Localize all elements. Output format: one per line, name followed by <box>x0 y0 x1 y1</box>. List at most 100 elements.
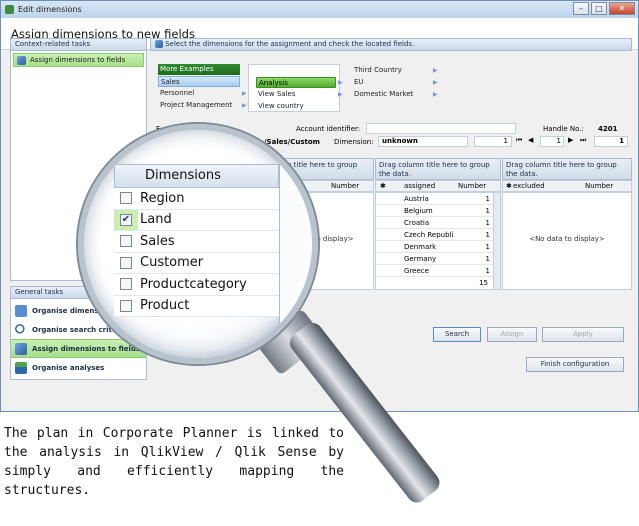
row-name: Denmark <box>404 243 437 251</box>
chart-icon <box>15 361 27 374</box>
dimension-row-customer[interactable]: Customer <box>114 252 279 274</box>
row-name: Greece <box>404 267 429 275</box>
row-number: 1 <box>485 195 490 203</box>
dimension-value[interactable]: unknown <box>378 136 468 147</box>
app-icon <box>5 5 14 14</box>
magnifier-icon <box>15 323 27 336</box>
tree-item-view-sales[interactable]: View Sales <box>256 89 336 100</box>
pager-prev-icon[interactable]: ◀ <box>528 136 533 144</box>
table-row[interactable]: Austria 1 <box>376 193 494 205</box>
context-task-label: Assign dimensions to fields <box>30 56 126 64</box>
column-header-assigned[interactable]: assigned <box>404 181 435 191</box>
column-header-number[interactable]: Number <box>458 181 486 191</box>
checkbox[interactable] <box>120 299 132 312</box>
link-icon <box>15 342 27 355</box>
tree-item-sales[interactable]: Sales <box>158 76 240 87</box>
pager-last-icon[interactable]: ⏭ <box>580 136 586 145</box>
pager-right-input[interactable]: 1 <box>540 136 564 147</box>
dimension-label: Land <box>140 212 172 228</box>
close-button[interactable]: ✕ <box>609 2 635 15</box>
dimension-label: Region <box>140 190 185 206</box>
pager-next-icon[interactable]: ▶ <box>568 136 573 144</box>
dimensions-list: Dimensions Region ✔ Land Sales Customer P… <box>114 164 279 317</box>
tree-item-domestic-market[interactable]: Domestic Market <box>352 89 432 100</box>
table-row[interactable]: Belgium 1 <box>376 205 494 217</box>
chevron-right-icon: ▶ <box>433 67 438 74</box>
account-identifier-label: Account identifier: <box>296 125 361 133</box>
row-number: 1 <box>485 243 490 251</box>
dimension-row-product[interactable]: Product <box>114 295 279 317</box>
footer-count: 15 <box>479 279 488 287</box>
tree-item-eu[interactable]: EU <box>352 77 432 88</box>
dimension-label: Sales <box>140 233 175 249</box>
assign-button[interactable]: Assign <box>487 327 537 342</box>
checkbox[interactable] <box>120 192 132 205</box>
row-number: 1 <box>485 267 490 275</box>
title-bar: Edit dimensions – □ ✕ <box>1 1 638 18</box>
grid3-header: ✱ excluded Number <box>502 180 632 192</box>
dimension-row-productcategory[interactable]: Productcategory <box>114 274 279 296</box>
tree-item-third-country[interactable]: Third Country <box>352 65 432 76</box>
checkbox[interactable] <box>120 278 132 291</box>
instruction-text: Select the dimensions for the assignment… <box>165 40 415 48</box>
finish-configuration-button[interactable]: Finish configuration <box>526 357 624 372</box>
account-identifier-input[interactable] <box>366 123 516 134</box>
dimension-row-land[interactable]: ✔ Land <box>114 209 279 231</box>
table-row[interactable]: Germany 1 <box>376 253 494 265</box>
chevron-right-icon: ▶ <box>338 91 343 98</box>
checkbox[interactable] <box>120 235 132 248</box>
task-label: Assign dimensions to fields <box>32 344 141 353</box>
filter-marker: ✱ <box>380 182 386 190</box>
table-row[interactable]: Croatia 1 <box>376 217 494 229</box>
column-header-number[interactable]: Number <box>585 181 613 191</box>
task-label: Organise analyses <box>32 363 105 372</box>
maximize-button[interactable]: □ <box>591 2 607 15</box>
table-row[interactable]: Denmark 1 <box>376 241 494 253</box>
dimension-label: Customer <box>140 255 204 271</box>
chevron-right-icon: ▶ <box>433 79 438 86</box>
group-hint-3: Drag column title here to group the data… <box>502 158 632 180</box>
dimensions-header: Dimensions <box>114 164 279 188</box>
checkbox-checked[interactable]: ✔ <box>120 213 132 226</box>
column-header-excluded[interactable]: excluded <box>513 181 545 191</box>
context-task-assign[interactable]: Assign dimensions to fields <box>13 53 144 67</box>
vertical-scrollbar[interactable] <box>493 193 500 289</box>
task-assign-dimensions[interactable]: Assign dimensions to fields <box>11 339 146 358</box>
dimension-label: Productcategory <box>140 276 247 292</box>
tree-item-view-country[interactable]: View country <box>256 101 336 112</box>
dimension-row-sales[interactable]: Sales <box>114 231 279 253</box>
row-name: Belgium <box>404 207 433 215</box>
tree-item-project-management[interactable]: Project Management <box>158 100 240 111</box>
tree-item-personnel[interactable]: Personnel <box>158 88 240 99</box>
context-tasks-title: Context-related tasks <box>10 38 147 51</box>
instruction-bar: Select the dimensions for the assignment… <box>150 38 632 51</box>
tree-item-more-examples[interactable]: More Examples <box>158 64 240 75</box>
magnifier-lens: Dimensions Region ✔ Land Sales Customer P… <box>78 124 318 364</box>
table-row[interactable]: Czech Republi 1 <box>376 229 494 241</box>
filter-marker: ✱ <box>506 182 512 190</box>
apply-button[interactable]: Apply <box>542 327 624 342</box>
row-number: 1 <box>485 255 490 263</box>
search-button[interactable]: Search <box>433 327 481 342</box>
minimize-button[interactable]: – <box>573 2 589 15</box>
task-organise-analyses[interactable]: Organise analyses <box>11 358 146 377</box>
dimension-row-region[interactable]: Region <box>114 188 279 210</box>
group-hint-2: Drag column title here to group the data… <box>375 158 501 180</box>
table-row[interactable]: Greece 1 <box>376 265 494 277</box>
tree-item-analysis[interactable]: Analysis <box>256 77 336 88</box>
pager-first-icon[interactable]: ⏮ <box>516 136 522 145</box>
pager-left-input[interactable]: 1 <box>474 136 512 147</box>
row-name: Austria <box>404 195 429 203</box>
row-number: 1 <box>485 207 490 215</box>
grid3-body: <No data to display> <box>502 192 632 290</box>
row-name: Germany <box>404 255 437 263</box>
puzzle-icon <box>15 304 27 317</box>
grid2-header: ✱ assigned Number <box>375 180 501 192</box>
chevron-right-icon: ▶ <box>338 79 343 86</box>
window-title: Edit dimensions <box>18 5 82 14</box>
checkbox[interactable] <box>120 256 132 269</box>
column-header-number[interactable]: Number <box>331 181 359 191</box>
caption-text: The plan in Corporate Planner is linked … <box>4 426 344 498</box>
dimension-label: Product <box>140 298 190 314</box>
row-number: 1 <box>485 231 490 239</box>
